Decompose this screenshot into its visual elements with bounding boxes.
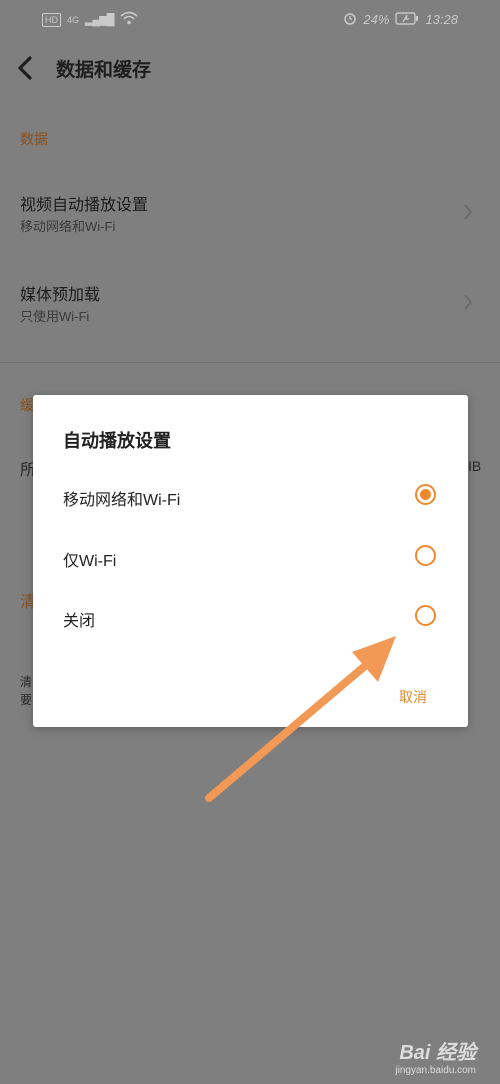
radio-unselected-icon[interactable] xyxy=(415,605,436,626)
app-header: 数据和缓存 xyxy=(0,42,500,94)
radio-selected-icon[interactable] xyxy=(415,484,436,505)
network-type: 4G xyxy=(67,14,80,25)
clear-desc-line2: 要 xyxy=(20,693,33,707)
baidu-watermark: Bai 经验 jingyan.baidu.com xyxy=(395,1036,476,1076)
chevron-right-icon xyxy=(462,202,474,222)
clear-desc-line1: 清 xyxy=(20,675,33,689)
watermark-url: jingyan.baidu.com xyxy=(395,1065,476,1076)
watermark-logo: Bai 经验 xyxy=(399,1042,476,1064)
page-title: 数据和缓存 xyxy=(56,60,152,81)
option-mobile-and-wifi[interactable]: 移动网络和Wi-Fi xyxy=(33,467,468,527)
status-right: 24% 13:28 xyxy=(343,11,458,28)
divider xyxy=(0,362,500,363)
alarm-icon xyxy=(343,11,357,28)
setting-item-title: 媒体预加载 xyxy=(20,287,101,304)
setting-item-subtitle: 只使用Wi-Fi xyxy=(20,309,90,324)
dialog-title: 自动播放设置 xyxy=(63,431,171,451)
hd-icon: HD xyxy=(42,12,61,27)
setting-item-title: 视频自动播放设置 xyxy=(20,197,149,214)
cache-size-suffix: IB xyxy=(468,458,482,474)
status-left: HD 4G ▂▄▆█ xyxy=(42,11,138,28)
option-label: 仅Wi-Fi xyxy=(63,553,117,570)
radio-unselected-icon[interactable] xyxy=(415,545,436,566)
wifi-icon xyxy=(120,11,138,28)
autoplay-dialog: 自动播放设置 移动网络和Wi-Fi 仅Wi-Fi 关闭 取消 xyxy=(33,395,468,727)
cancel-button[interactable]: 取消 xyxy=(399,687,427,707)
section-label-cache: 缓 xyxy=(20,397,34,413)
signal-icon: ▂▄▆█ xyxy=(85,14,114,26)
option-label: 移动网络和Wi-Fi xyxy=(63,492,181,509)
section-label-data: 数据 xyxy=(20,131,48,147)
status-bar: HD 4G ▂▄▆█ 24% 13:28 xyxy=(0,0,500,40)
chevron-right-icon xyxy=(462,292,474,312)
clock: 13:28 xyxy=(425,12,458,27)
option-wifi-only[interactable]: 仅Wi-Fi xyxy=(33,528,468,588)
battery-percent: 24% xyxy=(363,12,390,27)
battery-icon xyxy=(395,11,419,28)
option-off[interactable]: 关闭 xyxy=(33,588,468,648)
back-arrow-icon[interactable] xyxy=(14,54,38,82)
option-label: 关闭 xyxy=(63,613,96,630)
setting-item-subtitle: 移动网络和Wi-Fi xyxy=(20,219,116,234)
